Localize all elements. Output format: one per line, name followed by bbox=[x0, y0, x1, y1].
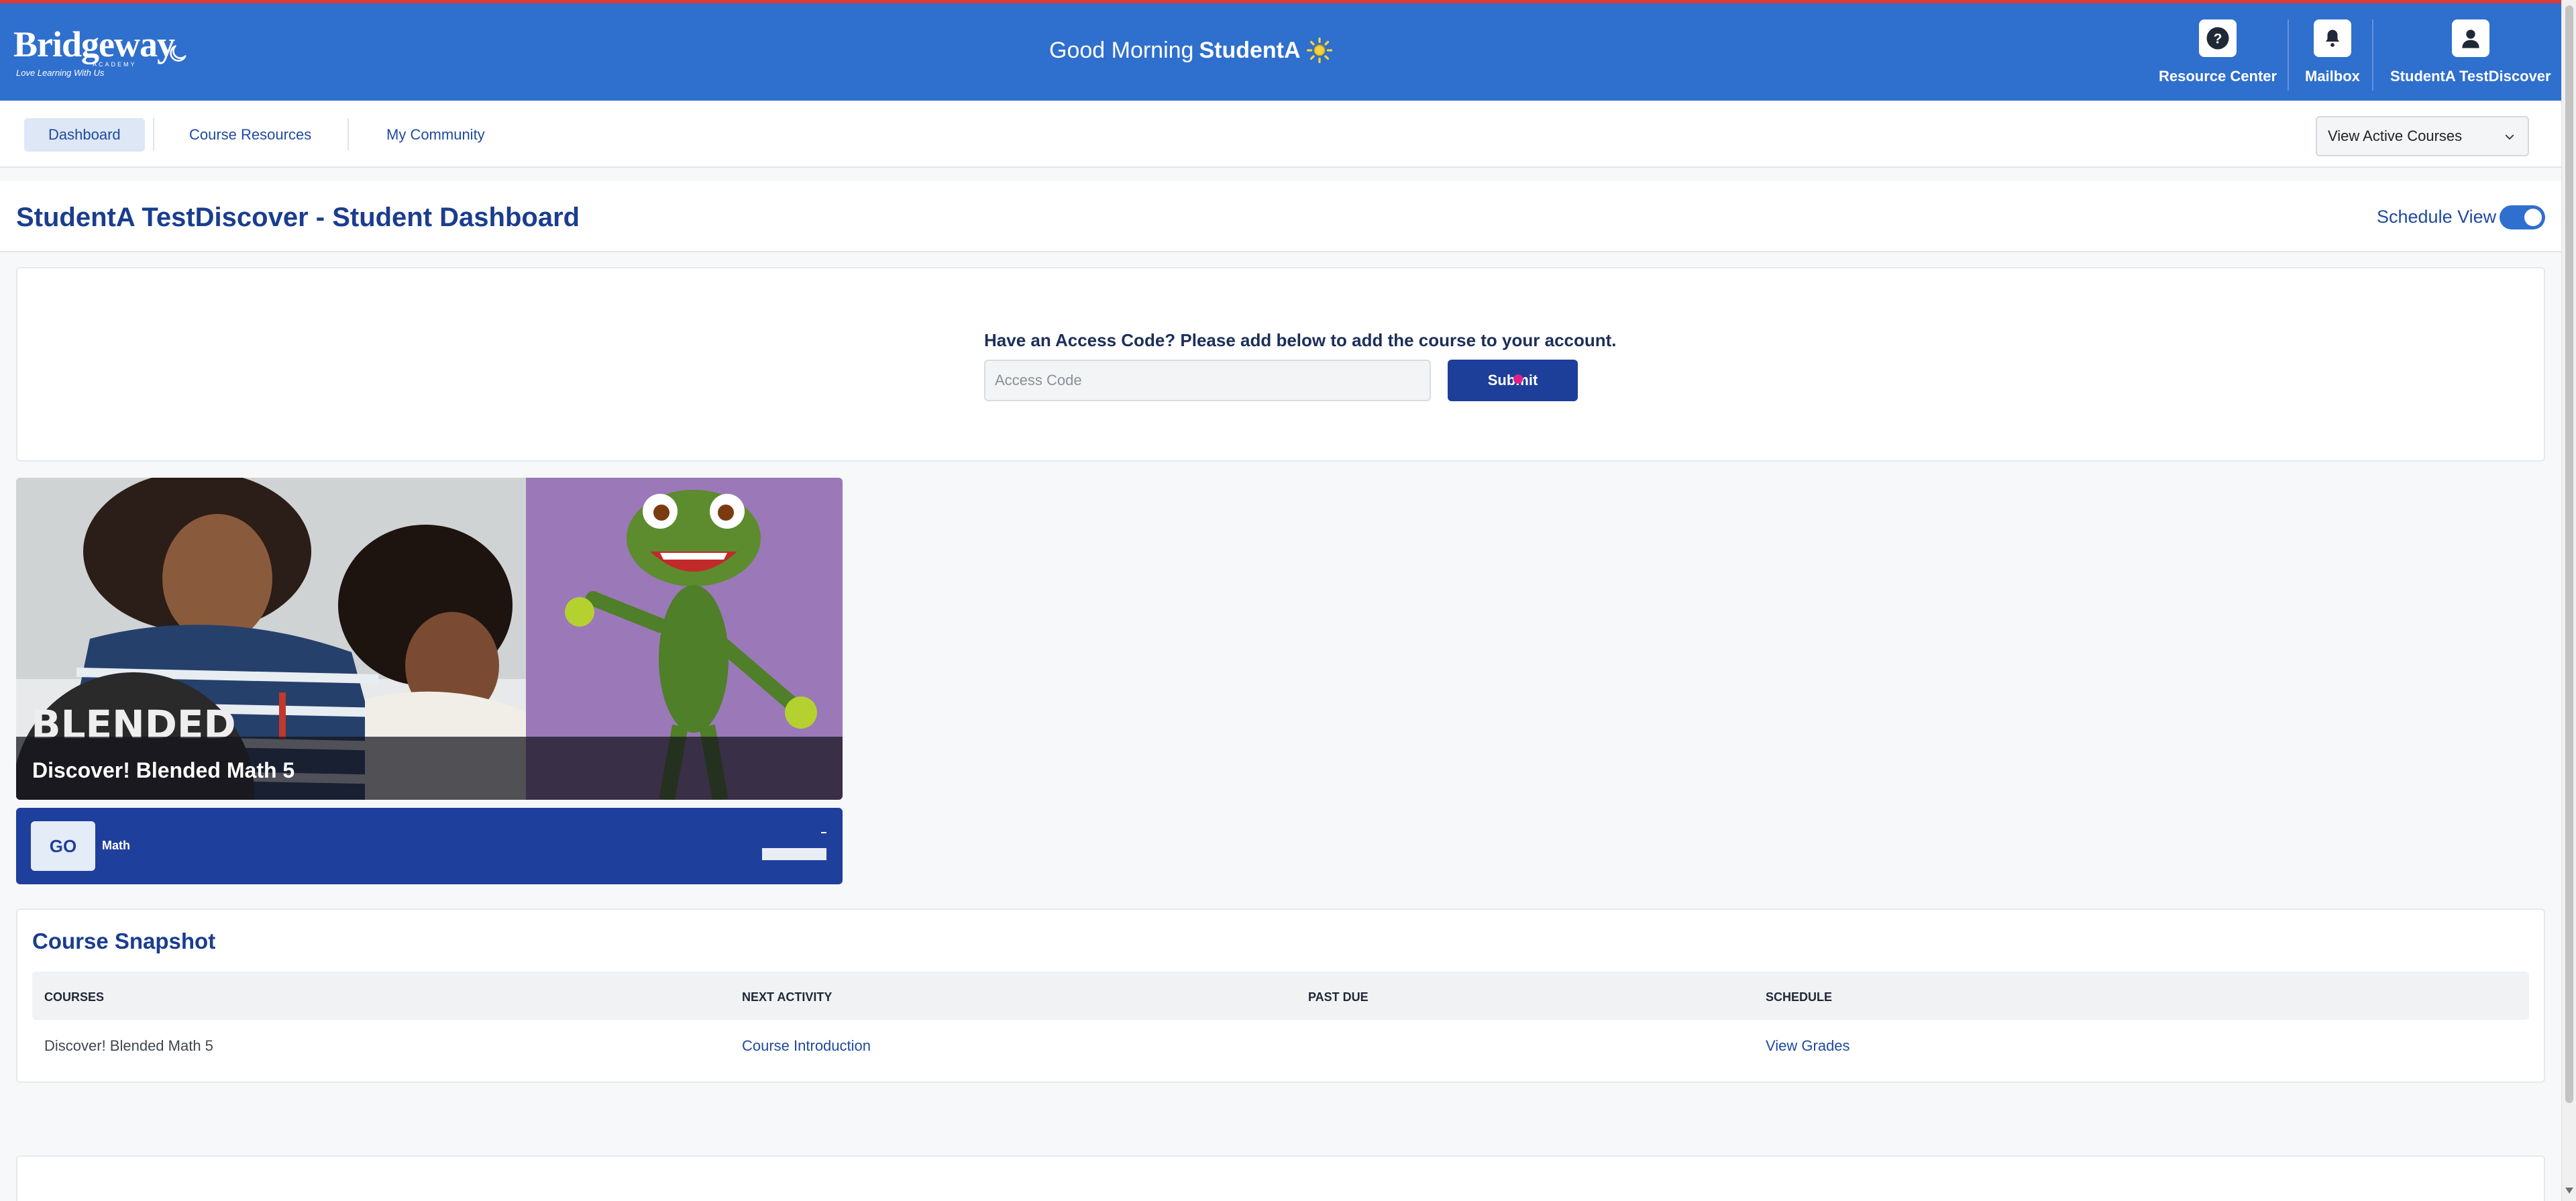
tab-course-resources[interactable]: Course Resources bbox=[165, 118, 335, 152]
logo-wordmark: Bridgeway bbox=[13, 24, 175, 64]
col-next-activity: NEXT ACTIVITY bbox=[742, 990, 833, 1004]
next-activity-link[interactable]: Course Introduction bbox=[742, 1037, 871, 1055]
access-code-card: Have an Access Code? Please add below to… bbox=[16, 267, 2545, 462]
course-filter-select[interactable]: View Active Courses bbox=[2316, 116, 2529, 156]
col-schedule: SCHEDULE bbox=[1766, 990, 1833, 1004]
tab-divider bbox=[347, 118, 349, 150]
course-filter-value: View Active Courses bbox=[2328, 127, 2463, 144]
progress-dash bbox=[821, 832, 826, 833]
profile-button[interactable]: StudentA TestDiscover bbox=[2390, 19, 2551, 85]
svg-text:?: ? bbox=[2214, 32, 2222, 47]
course-tile-footer: GO Math bbox=[16, 808, 843, 884]
greeting-name: StudentA bbox=[1199, 37, 1301, 63]
page-title-bar: StudentA TestDiscover - Student Dashboar… bbox=[0, 181, 2561, 252]
scrollbar-thumb[interactable] bbox=[2565, 5, 2573, 1103]
table-header: COURSES NEXT ACTIVITY PAST DUE SCHEDULE bbox=[32, 972, 2529, 1020]
col-courses: COURSES bbox=[44, 990, 105, 1004]
page-title: StudentA TestDiscover - Student Dashboar… bbox=[16, 203, 580, 232]
bottom-card bbox=[16, 1155, 2545, 1201]
course-progress-bar bbox=[762, 848, 826, 860]
view-grades-link[interactable]: View Grades bbox=[1766, 1037, 1850, 1055]
header-divider bbox=[2288, 19, 2289, 91]
schedule-view-toggle[interactable] bbox=[2500, 205, 2545, 229]
course-snapshot-title: Course Snapshot bbox=[32, 929, 216, 953]
schedule-view-label: Schedule View bbox=[2377, 207, 2497, 227]
course-subject: Math bbox=[102, 839, 130, 852]
greeting: Good Morning StudentA bbox=[1049, 37, 1333, 64]
tab-dashboard[interactable]: Dashboard bbox=[24, 118, 145, 152]
greeting-prefix: Good Morning bbox=[1049, 37, 1194, 63]
course-tile-image[interactable]: BLENDED Discover! Blended Math 5 bbox=[16, 478, 843, 800]
question-icon: ? bbox=[2199, 19, 2237, 57]
tab-divider bbox=[153, 118, 154, 150]
mouse-cursor bbox=[1513, 374, 1523, 384]
col-past-due: PAST DUE bbox=[1308, 990, 1368, 1004]
tab-my-community[interactable]: My Community bbox=[362, 118, 509, 152]
bridgeway-logo[interactable]: Bridgeway ACADEMY Love Learning With Us bbox=[13, 24, 175, 78]
logo-academy: ACADEMY bbox=[93, 61, 137, 68]
user-icon bbox=[2451, 19, 2489, 57]
scroll-down-arrow-icon[interactable] bbox=[2565, 1188, 2573, 1194]
go-button[interactable]: GO bbox=[31, 821, 95, 871]
course-snapshot-card: Course Snapshot COURSES NEXT ACTIVITY PA… bbox=[16, 908, 2545, 1083]
top-header: Bridgeway ACADEMY Love Learning With Us … bbox=[0, 0, 2561, 101]
chevron-down-icon bbox=[2505, 134, 2514, 140]
access-code-prompt: Have an Access Code? Please add below to… bbox=[984, 330, 1617, 350]
moon-icon[interactable] bbox=[166, 42, 189, 65]
main-nav: Dashboard Course Resources My Community … bbox=[0, 101, 2561, 168]
logo-tagline: Love Learning With Us bbox=[16, 68, 105, 78]
sun-icon bbox=[1306, 37, 1332, 64]
course-tile-title: Discover! Blended Math 5 bbox=[16, 737, 843, 800]
mailbox-button[interactable]: Mailbox bbox=[2305, 19, 2360, 85]
access-code-input[interactable] bbox=[984, 360, 1431, 401]
bell-icon bbox=[2313, 19, 2351, 57]
resource-center-button[interactable]: ? Resource Center bbox=[2159, 19, 2277, 85]
submit-button[interactable]: Submit bbox=[1448, 360, 1578, 401]
header-divider bbox=[2372, 19, 2373, 91]
page-scrollbar[interactable] bbox=[2561, 0, 2576, 1201]
mailbox-label: Mailbox bbox=[2305, 68, 2360, 85]
resource-center-label: Resource Center bbox=[2159, 68, 2277, 85]
profile-label: StudentA TestDiscover bbox=[2390, 68, 2551, 85]
row-course: Discover! Blended Math 5 bbox=[44, 1037, 213, 1054]
